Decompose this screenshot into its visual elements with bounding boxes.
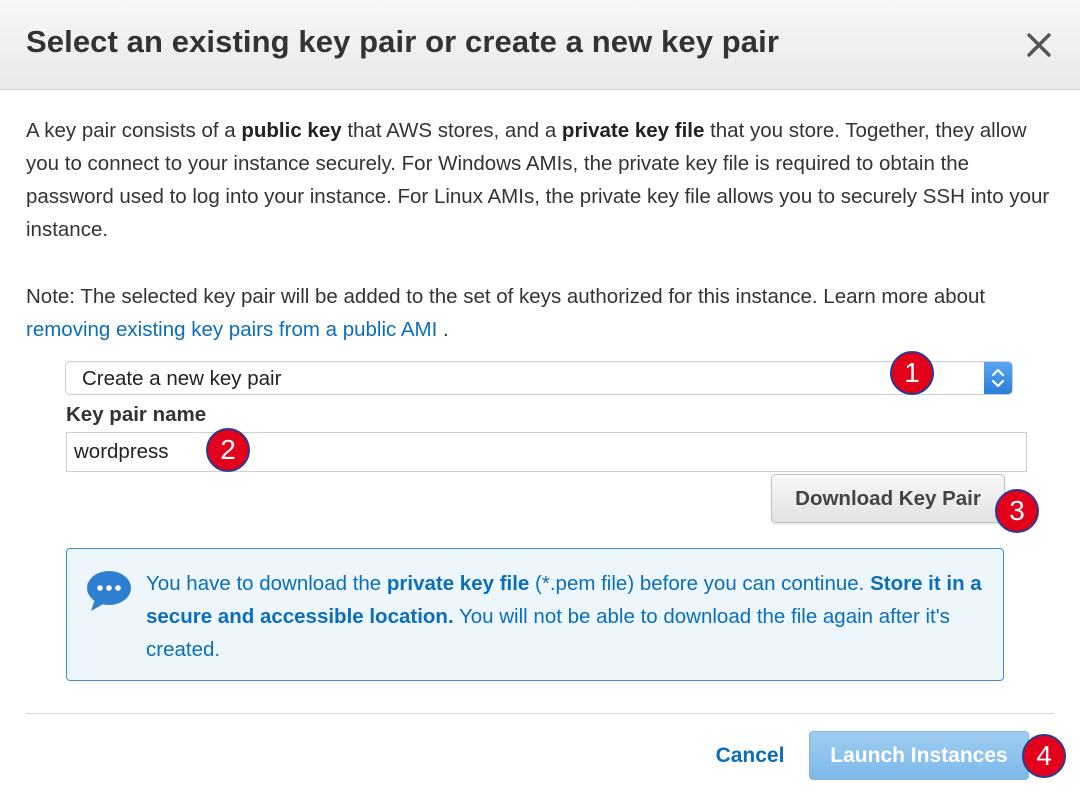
key-pair-select[interactable]: Create a new key pair — [65, 361, 1013, 395]
removing-key-pairs-link[interactable]: removing existing key pairs from a publi… — [26, 318, 437, 341]
info-text: (*.pem file) before you can continue. — [529, 572, 871, 595]
key-pair-description: A key pair consists of a public key that… — [26, 114, 1056, 246]
info-text: You have to download the — [146, 572, 387, 595]
select-arrows-icon[interactable] — [984, 362, 1012, 394]
step-marker-1: 1 — [890, 351, 934, 395]
download-info-alert: You have to download the private key fil… — [66, 548, 1004, 681]
info-bold-text: private key file — [386, 572, 530, 595]
footer-divider — [26, 713, 1054, 714]
download-key-pair-button[interactable]: Download Key Pair — [771, 474, 1005, 523]
note-text: . — [437, 318, 449, 341]
close-icon[interactable] — [1022, 28, 1056, 62]
key-pair-select-value: Create a new key pair — [82, 367, 282, 390]
close-button[interactable] — [1022, 28, 1056, 62]
dialog-header: Select an existing key pair or create a … — [0, 0, 1080, 90]
dialog-title: Select an existing key pair or create a … — [26, 24, 780, 59]
key-pair-dialog: Select an existing key pair or create a … — [0, 0, 1080, 802]
launch-instances-button[interactable]: Launch Instances — [809, 731, 1029, 780]
description-text: that AWS stores, and a — [341, 119, 562, 142]
step-marker-4: 4 — [1022, 734, 1066, 778]
public-key-term: public key — [241, 119, 342, 142]
key-pair-name-label: Key pair name — [66, 403, 207, 426]
chat-bubble-icon — [87, 571, 131, 611]
key-pair-note: Note: The selected key pair will be adde… — [26, 280, 1056, 346]
info-message: You have to download the private key fil… — [146, 567, 996, 666]
step-marker-2: 2 — [206, 428, 250, 472]
private-key-file-term: private key file — [561, 119, 705, 142]
description-text: A key pair consists of a — [26, 119, 242, 142]
note-text: Note: The selected key pair will be adde… — [26, 285, 986, 308]
cancel-button[interactable]: Cancel — [705, 738, 795, 774]
step-marker-3: 3 — [995, 489, 1039, 533]
